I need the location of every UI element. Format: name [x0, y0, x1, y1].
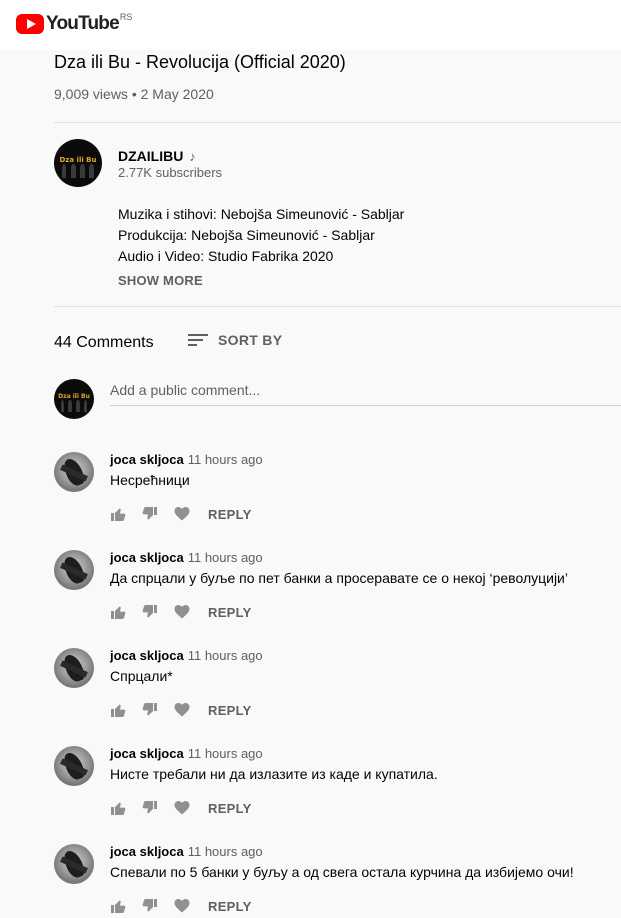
commenter-avatar[interactable]: [54, 844, 94, 884]
description-line: Audio i Video: Studio Fabrika 2020: [118, 248, 334, 264]
like-icon[interactable]: [110, 800, 126, 816]
comment-header: joca skljoca 11 hours ago: [110, 746, 263, 761]
comment-time[interactable]: 11 hours ago: [188, 844, 263, 859]
band-logo-text: Dza ili Bu: [59, 156, 97, 164]
logo-wordmark: YouTube: [46, 13, 120, 34]
add-comment-field[interactable]: [110, 380, 621, 406]
comment-author[interactable]: joca skljoca: [110, 844, 184, 859]
comment-author[interactable]: joca skljoca: [110, 550, 184, 565]
subscriber-count: 2.77K subscribers: [118, 165, 223, 180]
commenter-avatar[interactable]: [54, 648, 94, 688]
comment-time[interactable]: 11 hours ago: [188, 648, 263, 663]
comment-text: Спрцали*: [110, 668, 173, 684]
like-icon[interactable]: [110, 898, 126, 914]
comment-text: Нисте требали ни да излазите из каде и к…: [110, 766, 438, 782]
video-description: Muzika i stihovi: Nebojša Simeunović - S…: [118, 204, 404, 267]
youtube-logo[interactable]: YouTube RS: [16, 12, 132, 36]
sort-by-label: SORT BY: [218, 332, 283, 348]
band-figures: [59, 399, 89, 412]
comment-actions: REPLY: [110, 702, 252, 718]
dislike-icon[interactable]: [142, 506, 158, 522]
channel-avatar[interactable]: Dza ili Bu: [54, 139, 102, 187]
like-icon[interactable]: [110, 506, 126, 522]
reply-button[interactable]: REPLY: [208, 899, 252, 914]
comments-count: 44 Comments: [54, 334, 154, 351]
comment-author[interactable]: joca skljoca: [110, 648, 184, 663]
video-meta: 9,009 views • 2 May 2020: [54, 86, 214, 102]
channel-name-row[interactable]: DZAILIBU ♪: [118, 148, 196, 164]
description-line: Produkcija: Nebojša Simeunović - Sabljar: [118, 227, 375, 243]
comment-author[interactable]: joca skljoca: [110, 746, 184, 761]
comment-text: Несрећници: [110, 472, 190, 488]
comment-time[interactable]: 11 hours ago: [188, 452, 263, 467]
region-code: RS: [119, 12, 133, 22]
divider: [54, 306, 621, 307]
comment-header: joca skljoca 11 hours ago: [110, 452, 263, 467]
top-bar: YouTube RS: [0, 0, 621, 50]
heart-icon[interactable]: [174, 702, 190, 718]
comment-actions: REPLY: [110, 506, 252, 522]
dislike-icon[interactable]: [142, 800, 158, 816]
channel-name[interactable]: DZAILIBU: [118, 148, 183, 164]
band-figures: [60, 163, 96, 179]
comment-thread: joca skljoca 11 hours ago Спрцали* REPLY: [54, 648, 621, 746]
comment-text: Спевали по 5 банки у буљу а од свега ост…: [110, 864, 574, 880]
heart-icon[interactable]: [174, 898, 190, 914]
comment-time[interactable]: 11 hours ago: [188, 550, 263, 565]
heart-icon[interactable]: [174, 506, 190, 522]
user-avatar: Dza ili Bu: [54, 379, 94, 419]
sort-by-button[interactable]: SORT BY: [188, 332, 282, 348]
commenter-avatar[interactable]: [54, 452, 94, 492]
comment-actions: REPLY: [110, 800, 252, 816]
commenter-avatar[interactable]: [54, 550, 94, 590]
comment-author[interactable]: joca skljoca: [110, 452, 184, 467]
reply-button[interactable]: REPLY: [208, 605, 252, 620]
sort-icon: [188, 333, 208, 347]
reply-button[interactable]: REPLY: [208, 507, 252, 522]
comment-thread: joca skljoca 11 hours ago Спевали по 5 ба…: [54, 844, 621, 918]
divider: [54, 122, 621, 123]
heart-icon[interactable]: [174, 800, 190, 816]
comment-actions: REPLY: [110, 604, 252, 620]
like-icon[interactable]: [110, 604, 126, 620]
youtube-play-icon: [16, 14, 44, 34]
music-note-icon: ♪: [189, 148, 196, 164]
dislike-icon[interactable]: [142, 604, 158, 620]
reply-button[interactable]: REPLY: [208, 703, 252, 718]
comment-thread: joca skljoca 11 hours ago Да спрцали у бу…: [54, 550, 621, 648]
dislike-icon[interactable]: [142, 898, 158, 914]
dislike-icon[interactable]: [142, 702, 158, 718]
comment-thread: joca skljoca 11 hours ago Нисте требали н…: [54, 746, 621, 844]
reply-button[interactable]: REPLY: [208, 801, 252, 816]
comment-actions: REPLY: [110, 898, 252, 914]
like-icon[interactable]: [110, 702, 126, 718]
video-title: Dza ili Bu - Revolucija (Official 2020): [54, 52, 346, 72]
comment-thread: joca skljoca 11 hours ago Несрећници REPL…: [54, 452, 621, 550]
heart-icon[interactable]: [174, 604, 190, 620]
comment-header: joca skljoca 11 hours ago: [110, 648, 263, 663]
comment-text: Да спрцали у буље по пет банки а просера…: [110, 570, 568, 586]
show-more-button[interactable]: SHOW MORE: [118, 273, 203, 288]
description-line: Muzika i stihovi: Nebojša Simeunović - S…: [118, 206, 405, 222]
comment-input[interactable]: [110, 380, 621, 400]
commenter-avatar[interactable]: [54, 746, 94, 786]
comment-header: joca skljoca 11 hours ago: [110, 844, 263, 859]
comment-header: joca skljoca 11 hours ago: [110, 550, 263, 565]
comment-time[interactable]: 11 hours ago: [188, 746, 263, 761]
